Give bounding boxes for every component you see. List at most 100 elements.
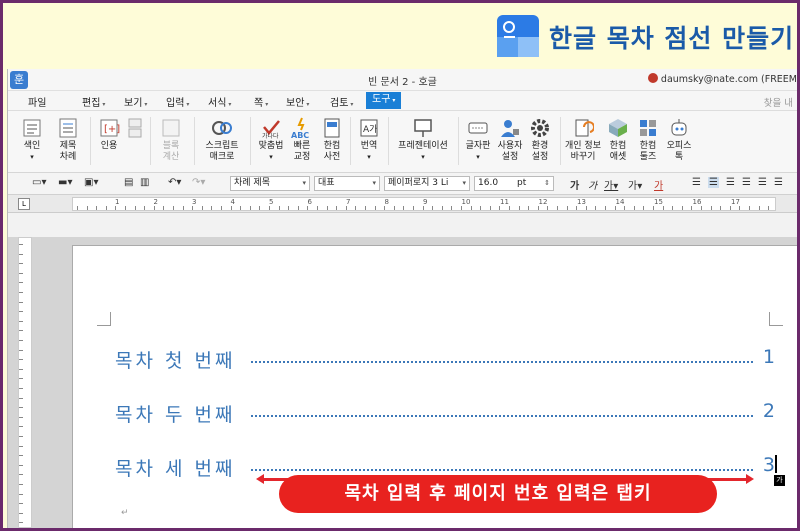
menu-review[interactable]: 검토 ▾ — [330, 94, 353, 109]
menu-format[interactable]: 서식 ▾ — [208, 94, 231, 109]
ruler-tick — [633, 206, 635, 210]
quick-correct-button[interactable]: ABC 빠른 교정 — [288, 117, 316, 163]
index-icon — [23, 119, 41, 137]
font-select[interactable]: 페이퍼로지 3 Li ▾ — [384, 176, 470, 191]
ruler-number: 17 — [731, 198, 740, 206]
style-select[interactable]: 차례 제목 ▾ — [230, 176, 310, 191]
print-icon[interactable]: ▤ — [124, 177, 133, 188]
user-settings-button[interactable]: 사용자 설정 — [494, 117, 526, 163]
align-right-icon[interactable]: ☰ — [742, 177, 751, 188]
menu-insert[interactable]: 입력 ▾ — [166, 94, 189, 109]
ruler-tick — [739, 206, 741, 210]
ruler-tick — [326, 206, 328, 210]
menu-file[interactable]: 파일 — [28, 94, 46, 109]
block-calc-button[interactable]: 블록 계산 — [154, 117, 188, 163]
ruler-tick — [384, 206, 386, 210]
spellcheck-button[interactable]: 가나다 맞춤법 ▾ — [254, 117, 288, 163]
spellcheck-icon: 가나다 — [262, 120, 280, 139]
menu-page[interactable]: 쪽 ▾ — [254, 94, 268, 109]
office-talk-icon — [671, 119, 687, 136]
strikethrough-icon[interactable]: 가▾ — [628, 177, 642, 192]
ruler-number: 12 — [538, 198, 548, 206]
environment-settings-button[interactable]: 환경 설정 — [526, 117, 554, 163]
font-size-input[interactable]: 16.0 pt ⇕ — [474, 176, 554, 191]
language-select[interactable]: 대표 ▾ — [314, 176, 380, 191]
ruler-tick — [153, 206, 155, 210]
new-doc-icon[interactable]: ▭▾ — [32, 177, 46, 188]
menu-edit[interactable]: 편집 ▾ — [82, 94, 105, 109]
redo-icon[interactable]: ↷▾ — [192, 177, 205, 188]
italic-icon[interactable]: 가 — [588, 177, 597, 192]
keyboard-button[interactable]: 글자판 ▾ — [462, 117, 494, 163]
hancom-logo-icon — [497, 15, 539, 57]
bold-icon[interactable]: 가 — [570, 177, 579, 192]
font-color-icon[interactable]: 가 — [654, 177, 663, 192]
ruler-tick — [201, 206, 203, 210]
ruler-tick — [278, 206, 280, 210]
format-toolbar: ▭▾ ▬▾ ▣▾ ▤ ▥ ↶▾ ↷▾ 차례 제목 ▾ 대표 ▾ 페이퍼로지 3 Li… — [8, 173, 797, 195]
presentation-button[interactable]: 프레젠테이션 ▾ — [394, 117, 452, 163]
toc-entry[interactable]: 목차 첫 번째 1 — [115, 346, 775, 372]
ruler-tick — [19, 512, 23, 514]
align-distribute-icon[interactable]: ☰ — [758, 177, 767, 188]
ruler-tick — [653, 206, 654, 210]
script-macro-icon — [212, 121, 232, 135]
dictionary-button[interactable]: 한컴 사전 — [318, 117, 346, 163]
ruler-tick — [182, 206, 184, 210]
office-talk-button[interactable]: 오피스 톡 — [664, 117, 694, 163]
ruler-tick — [19, 388, 23, 389]
ruler-tick — [19, 359, 23, 361]
privacy-button[interactable]: 개인 정보 바꾸기 — [564, 117, 602, 163]
hancom-tools-button[interactable]: 한컴 툴즈 — [634, 117, 662, 163]
align-center-icon[interactable]: ☰ — [726, 177, 735, 188]
ruler-tick — [19, 263, 23, 265]
horizontal-ruler[interactable]: 1 2 3 4 5 6 7 8 9 10 11 12 13 14 15 16 17 — [72, 197, 776, 211]
vertical-ruler[interactable] — [18, 237, 32, 528]
ruler-tick — [19, 301, 23, 303]
menu-search[interactable]: 찾을 내 — [764, 95, 793, 109]
keyboard-icon — [468, 122, 488, 134]
undo-icon[interactable]: ↶▾ — [168, 177, 181, 188]
quote-button[interactable]: [+] 인용 — [94, 117, 124, 152]
paragraph-mark: ↵ — [121, 508, 129, 518]
ruler-number: 10 — [461, 198, 471, 206]
align-split-icon[interactable]: ☰ — [774, 177, 783, 188]
menu-view[interactable]: 보기 ▾ — [124, 94, 147, 109]
ruler-tick — [355, 206, 357, 210]
hancom-asset-button[interactable]: 한컴 애셋 — [604, 117, 632, 163]
svg-text:[+]: [+] — [104, 124, 120, 135]
privacy-icon — [575, 119, 594, 137]
app-window: 훈 빈 문서 2 - 호글 daumsky@nate.com (FREEM 파일… — [7, 69, 797, 528]
script-macro-button[interactable]: 스크립트 매크로 — [200, 117, 244, 163]
ruler-number: 11 — [500, 198, 509, 206]
menu-security[interactable]: 보안 ▾ — [286, 94, 309, 109]
ruler-tick — [288, 206, 290, 210]
ruler-tick — [125, 206, 126, 210]
align-justify-icon[interactable]: ☰ — [692, 177, 701, 188]
ruler-tick — [19, 292, 23, 293]
ruler-tick — [19, 484, 23, 485]
preview-icon[interactable]: ▥ — [140, 177, 149, 188]
input-mode-badge: 가 — [774, 475, 785, 486]
ruler-tick — [230, 206, 232, 210]
underline-icon[interactable]: 가▾ — [604, 177, 618, 192]
align-left-icon[interactable]: ☰ — [708, 177, 719, 188]
banner: 한글 목차 점선 만들기 — [3, 3, 797, 69]
ruler-tick — [681, 206, 683, 210]
ruler-tick — [374, 206, 376, 210]
menu-tools[interactable]: 도구 ▾ — [366, 92, 402, 109]
ruler-tick — [441, 206, 443, 210]
toc-button[interactable]: 제목 차례 — [52, 117, 84, 163]
quick-correct-icon: ABC — [291, 117, 309, 139]
ref-tools-button[interactable] — [124, 117, 148, 141]
text-cursor — [775, 455, 777, 473]
index-button[interactable]: 색인 ▾ — [18, 117, 46, 163]
toc-entry[interactable]: 목차 두 번째 2 — [115, 400, 775, 426]
user-account[interactable]: daumsky@nate.com (FREEM — [647, 73, 797, 85]
save-icon[interactable]: ▣▾ — [84, 177, 98, 188]
ruler-tick — [19, 455, 23, 457]
open-folder-icon[interactable]: ▬▾ — [58, 177, 72, 188]
tab-stop-corner[interactable]: L — [18, 198, 30, 210]
margin-mark — [769, 312, 783, 326]
translate-button[interactable]: A가 번역 ▾ — [354, 117, 384, 163]
